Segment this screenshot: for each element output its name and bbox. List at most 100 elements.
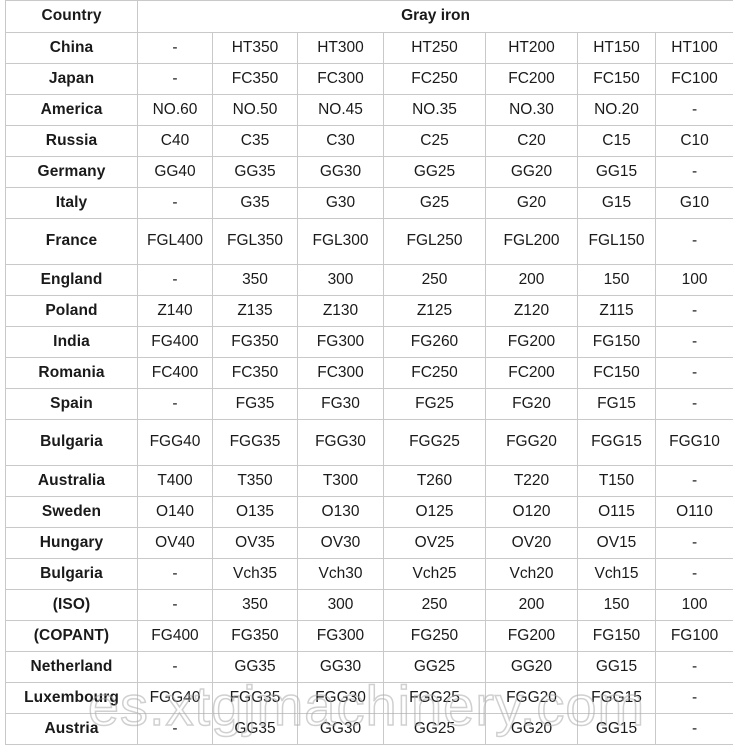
grade-cell: FGG10 <box>654 419 733 466</box>
grade-cell: FGG35 <box>212 419 298 466</box>
grade-cell: FGL350 <box>212 218 298 265</box>
grade-cell: FC150 <box>577 63 656 95</box>
table-row: (COPANT) FG400 FG350 FG300 FG250 FG200 FG150 FG… <box>5 620 733 652</box>
grade-cell: GG20 <box>485 651 578 683</box>
grade-cell: GG35 <box>212 713 298 745</box>
country-cell: England <box>5 264 138 296</box>
grade-cell: O135 <box>212 496 298 528</box>
grade-cell: FG150 <box>577 326 656 358</box>
table-head: Country Gray iron <box>5 0 733 33</box>
grade-cell: C35 <box>212 125 298 157</box>
grade-cell: HT250 <box>383 32 486 64</box>
grade-cell: 150 <box>577 264 656 296</box>
grade-cell: - <box>654 713 733 745</box>
grade-cell: - <box>654 218 733 265</box>
grade-cell: - <box>137 589 213 621</box>
grade-cell: FG100 <box>654 620 733 652</box>
grade-cell: GG40 <box>137 156 213 188</box>
grade-cell: NO.50 <box>212 94 298 126</box>
grade-cell: T400 <box>137 465 213 497</box>
country-cell: Japan <box>5 63 138 95</box>
country-cell: Russia <box>5 125 138 157</box>
grade-cell: 350 <box>212 264 298 296</box>
grade-cell: 300 <box>297 589 384 621</box>
country-cell: Sweden <box>5 496 138 528</box>
grade-cell: GG30 <box>297 156 384 188</box>
table-row: Germany GG40 GG35 GG30 GG25 GG20 GG15- <box>5 156 733 188</box>
table-row: Russia C40 C35 C30 C25 C20 C15 C10 <box>5 125 733 157</box>
country-cell: Bulgaria <box>5 419 138 466</box>
grade-cell: GG25 <box>383 713 486 745</box>
grade-cell: C40 <box>137 125 213 157</box>
grade-cell: Vch30 <box>297 558 384 590</box>
table-row: China - HT350 HT300 HT250 HT200 HT150 HT100 <box>5 32 733 64</box>
grade-cell: FG35 <box>212 388 298 420</box>
grade-cell: GG30 <box>297 713 384 745</box>
grade-cell: GG35 <box>212 156 298 188</box>
grade-cell: - <box>654 357 733 389</box>
grade-cell: T220 <box>485 465 578 497</box>
grade-cell: G30 <box>297 187 384 219</box>
grade-cell: - <box>137 388 213 420</box>
grade-cell: O120 <box>485 496 578 528</box>
table-row: France FGL400 FGL350 FGL300 FGL250 FGL200 FGL1… <box>5 218 733 265</box>
grade-cell: HT100 <box>654 32 733 64</box>
grade-cell: Vch20 <box>485 558 578 590</box>
grade-cell: Vch25 <box>383 558 486 590</box>
grade-cell: - <box>137 32 213 64</box>
grade-cell: GG15 <box>577 713 656 745</box>
grade-cell: OV15 <box>577 527 656 559</box>
grade-cell: FGL400 <box>137 218 213 265</box>
grade-cell: Vch15 <box>577 558 656 590</box>
grade-cell: FC200 <box>485 357 578 389</box>
table-row: America NO.60 NO.50 NO.45 NO.35 NO.30 NO.20- <box>5 94 733 126</box>
table-row: Italy - G35 G30 G25 G20 G15 G10 <box>5 187 733 219</box>
country-cell: Luxembourg <box>5 682 138 714</box>
grade-cell: 350 <box>212 589 298 621</box>
grade-cell: OV40 <box>137 527 213 559</box>
grade-cell: C20 <box>485 125 578 157</box>
table-row: Spain - FG35 FG30 FG25 FG20 FG15- <box>5 388 733 420</box>
country-cell: (COPANT) <box>5 620 138 652</box>
grade-cell: - <box>137 264 213 296</box>
grade-cell: FGG30 <box>297 682 384 714</box>
table-row: Sweden O140 O135 O130 O125 O120 O115 O110 <box>5 496 733 528</box>
table-row: Hungary OV40 OV35 OV30 OV25 OV20 OV15- <box>5 527 733 559</box>
grade-cell: FC250 <box>383 357 486 389</box>
grade-cell: C30 <box>297 125 384 157</box>
grade-cell: FG200 <box>485 326 578 358</box>
grade-cell: FGG25 <box>383 682 486 714</box>
grade-cell: FG350 <box>212 326 298 358</box>
grade-cell: G20 <box>485 187 578 219</box>
column-header-gray-iron: Gray iron <box>136 0 733 33</box>
grade-cell: FG250 <box>383 620 486 652</box>
grade-cell: Z140 <box>137 295 213 327</box>
grade-cell: GG30 <box>297 651 384 683</box>
table-row: Poland Z140 Z135 Z130 Z125 Z120 Z115- <box>5 295 733 327</box>
grade-cell: NO.20 <box>577 94 656 126</box>
grade-cell: FC150 <box>577 357 656 389</box>
grade-cell: Vch35 <box>212 558 298 590</box>
table-row: Japan - FC350 FC300 FC250 FC200 FC150 FC100 <box>5 63 733 95</box>
grade-cell: - <box>137 713 213 745</box>
grade-cell: FG15 <box>577 388 656 420</box>
grade-cell: FC250 <box>383 63 486 95</box>
grade-cell: FG300 <box>297 620 384 652</box>
grade-cell: Z130 <box>297 295 384 327</box>
grade-cell: O115 <box>577 496 656 528</box>
grade-cell: T350 <box>212 465 298 497</box>
grade-cell: - <box>654 295 733 327</box>
grade-cell: 250 <box>383 589 486 621</box>
table-row: Luxembourg FGG40 FGG35 FGG30 FGG25 FGG20 FGG15… <box>5 682 733 714</box>
grade-cell: GG25 <box>383 651 486 683</box>
grade-cell: FGL250 <box>383 218 486 265</box>
grade-cell: FC300 <box>297 357 384 389</box>
grade-cell: Z135 <box>212 295 298 327</box>
grade-cell: FGG35 <box>212 682 298 714</box>
grade-cell: FGG40 <box>137 419 213 466</box>
grade-cell: FGG15 <box>577 682 656 714</box>
grade-cell: HT300 <box>297 32 384 64</box>
grade-cell: NO.30 <box>485 94 578 126</box>
grade-cell: T260 <box>383 465 486 497</box>
country-cell: Hungary <box>5 527 138 559</box>
